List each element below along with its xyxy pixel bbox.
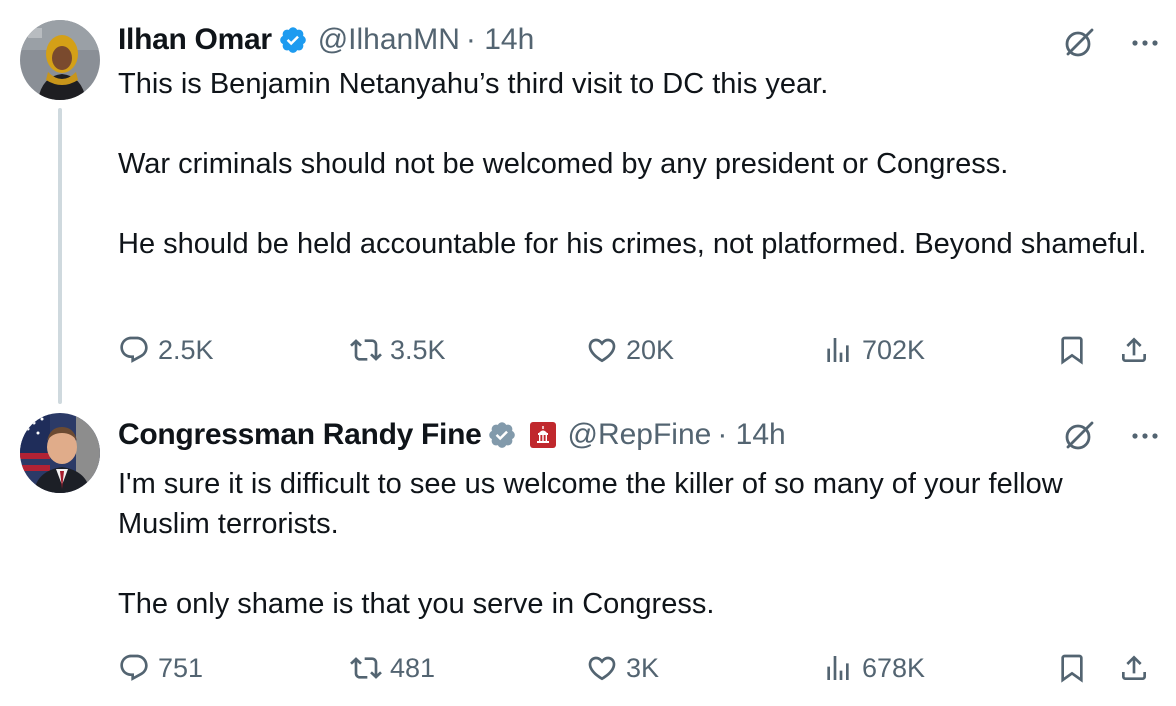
repost-count: 481: [390, 652, 436, 683]
grok-icon[interactable]: [1062, 26, 1096, 60]
like-count: 20K: [626, 334, 675, 365]
author-name[interactable]: Congressman Randy Fine: [118, 418, 482, 452]
thread-connector-line: [58, 108, 62, 404]
tweet-paragraph: I'm sure it is difficult to see us welco…: [118, 468, 1063, 540]
author-name[interactable]: Ilhan Omar: [118, 23, 272, 57]
reply-icon: [120, 336, 148, 363]
views-button[interactable]: 702K: [822, 330, 925, 370]
view-count: 702K: [862, 334, 926, 365]
tweet-timestamp[interactable]: · 14h: [717, 418, 785, 452]
share-icon: [1122, 655, 1146, 680]
repost-icon: [350, 657, 382, 679]
more-options-icon[interactable]: [1128, 26, 1162, 60]
view-count: 678K: [862, 652, 926, 683]
bookmark-button[interactable]: [1056, 330, 1088, 370]
tweet-header: Congressman Randy Fine @RepFine · 14h: [118, 415, 786, 455]
like-button[interactable]: 3K: [586, 648, 659, 688]
tweet-timestamp[interactable]: · 14h: [466, 23, 534, 57]
share-button[interactable]: [1118, 330, 1150, 370]
grok-icon[interactable]: [1062, 419, 1096, 453]
share-button[interactable]: [1118, 648, 1150, 688]
views-icon: [827, 338, 849, 362]
author-handle[interactable]: @RepFine: [567, 418, 711, 452]
repost-button[interactable]: 481: [350, 648, 435, 688]
reply-count: 2.5K: [158, 334, 214, 365]
avatar[interactable]: [20, 413, 100, 493]
tweet-paragraph: The only shame is that you serve in Cong…: [118, 588, 715, 620]
like-icon: [588, 338, 616, 363]
tweet-text: This is Benjamin Netanyahu’s third visit…: [118, 64, 1148, 264]
views-button[interactable]: 678K: [822, 648, 925, 688]
reply-count: 751: [158, 652, 204, 683]
bookmark-icon: [1061, 654, 1083, 683]
reply-icon: [120, 654, 148, 681]
bookmark-button[interactable]: [1056, 648, 1088, 688]
tweet-actions: 751 481 3K 678K: [118, 648, 1158, 688]
author-handle[interactable]: @IlhanMN: [318, 23, 460, 57]
reply-button[interactable]: 2.5K: [118, 330, 214, 370]
government-affiliation-icon[interactable]: [529, 421, 557, 449]
repost-icon: [350, 339, 382, 361]
tweet-randy-fine[interactable]: Congressman Randy Fine @RepFine · 14h I'…: [0, 400, 1176, 706]
reply-button[interactable]: 751: [118, 648, 203, 688]
like-icon: [588, 656, 616, 681]
tweet-paragraph: He should be held accountable for his cr…: [118, 228, 1147, 260]
like-count: 3K: [626, 652, 660, 683]
tweet-paragraph: This is Benjamin Netanyahu’s third visit…: [118, 68, 829, 100]
like-button[interactable]: 20K: [586, 330, 674, 370]
bookmark-icon: [1061, 336, 1083, 365]
views-icon: [827, 656, 849, 680]
tweet-paragraph: War criminals should not be welcomed by …: [118, 148, 1009, 180]
tweet-header: Ilhan Omar @IlhanMN · 14h: [118, 20, 534, 60]
tweet-ilhan-omar[interactable]: Ilhan Omar @IlhanMN · 14h This is Benjam…: [0, 0, 1176, 404]
verified-badge-icon[interactable]: [487, 420, 517, 450]
avatar[interactable]: [20, 20, 100, 100]
repost-count: 3.5K: [390, 334, 446, 365]
share-icon: [1122, 337, 1146, 362]
repost-button[interactable]: 3.5K: [350, 330, 446, 370]
tweet-text: I'm sure it is difficult to see us welco…: [118, 464, 1148, 624]
verified-badge-icon[interactable]: [278, 25, 308, 55]
tweet-actions: 2.5K 3.5K 20K 702K: [118, 330, 1158, 370]
more-options-icon[interactable]: [1128, 419, 1162, 453]
